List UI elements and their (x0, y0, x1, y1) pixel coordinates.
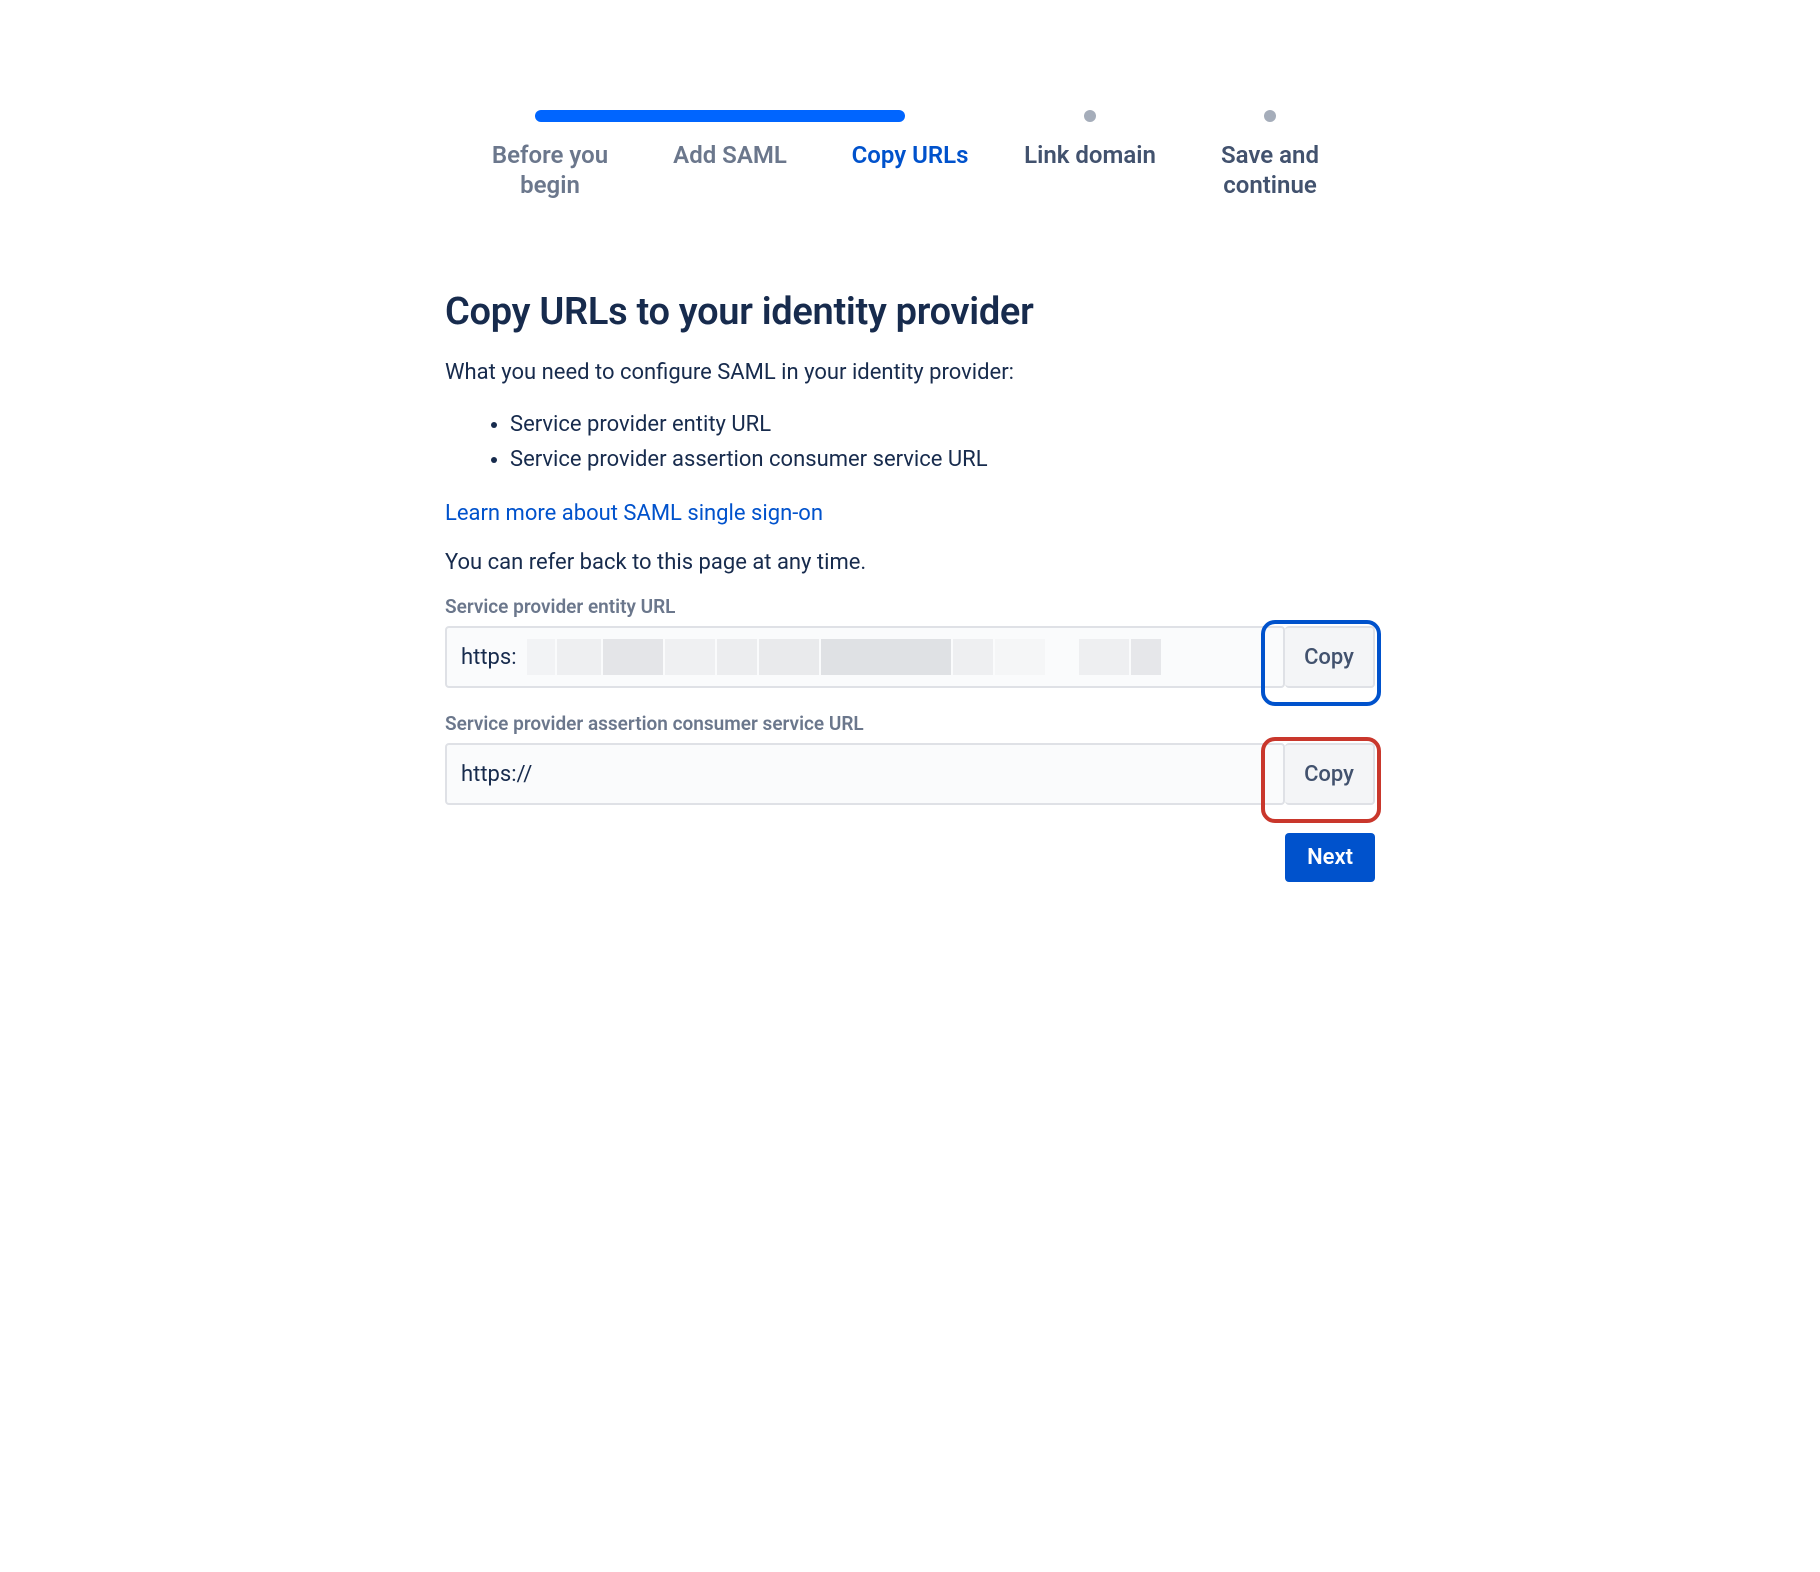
list-item: Service provider entity URL (510, 407, 1375, 442)
list-item: Service provider assertion consumer serv… (510, 442, 1375, 477)
acs-url-input[interactable] (445, 743, 1285, 805)
refer-back-text: You can refer back to this page at any t… (445, 550, 1375, 575)
step-copy-urls[interactable]: Copy URLs (820, 110, 1000, 200)
entity-url-input[interactable]: https: (445, 626, 1285, 688)
step-before-you-begin[interactable]: Before you begin (460, 110, 640, 200)
step-add-saml[interactable]: Add SAML (640, 110, 820, 200)
requirements-list: Service provider entity URL Service prov… (445, 407, 1375, 477)
step-save-and-continue[interactable]: Save and continue (1180, 110, 1360, 200)
intro-text: What you need to configure SAML in your … (445, 358, 1375, 389)
copy-entity-url-button[interactable]: Copy (1285, 626, 1375, 688)
acs-url-label: Service provider assertion consumer serv… (445, 712, 1375, 735)
copy-acs-url-button[interactable]: Copy (1285, 743, 1375, 805)
entity-url-label: Service provider entity URL (445, 595, 1375, 618)
step-link-domain[interactable]: Link domain (1000, 110, 1180, 200)
page-title: Copy URLs to your identity provider (445, 290, 1375, 334)
wizard-stepper: Before you begin Add SAML Copy URLs Link… (445, 110, 1375, 200)
next-button[interactable]: Next (1285, 833, 1375, 882)
learn-more-link[interactable]: Learn more about SAML single sign-on (445, 501, 823, 526)
